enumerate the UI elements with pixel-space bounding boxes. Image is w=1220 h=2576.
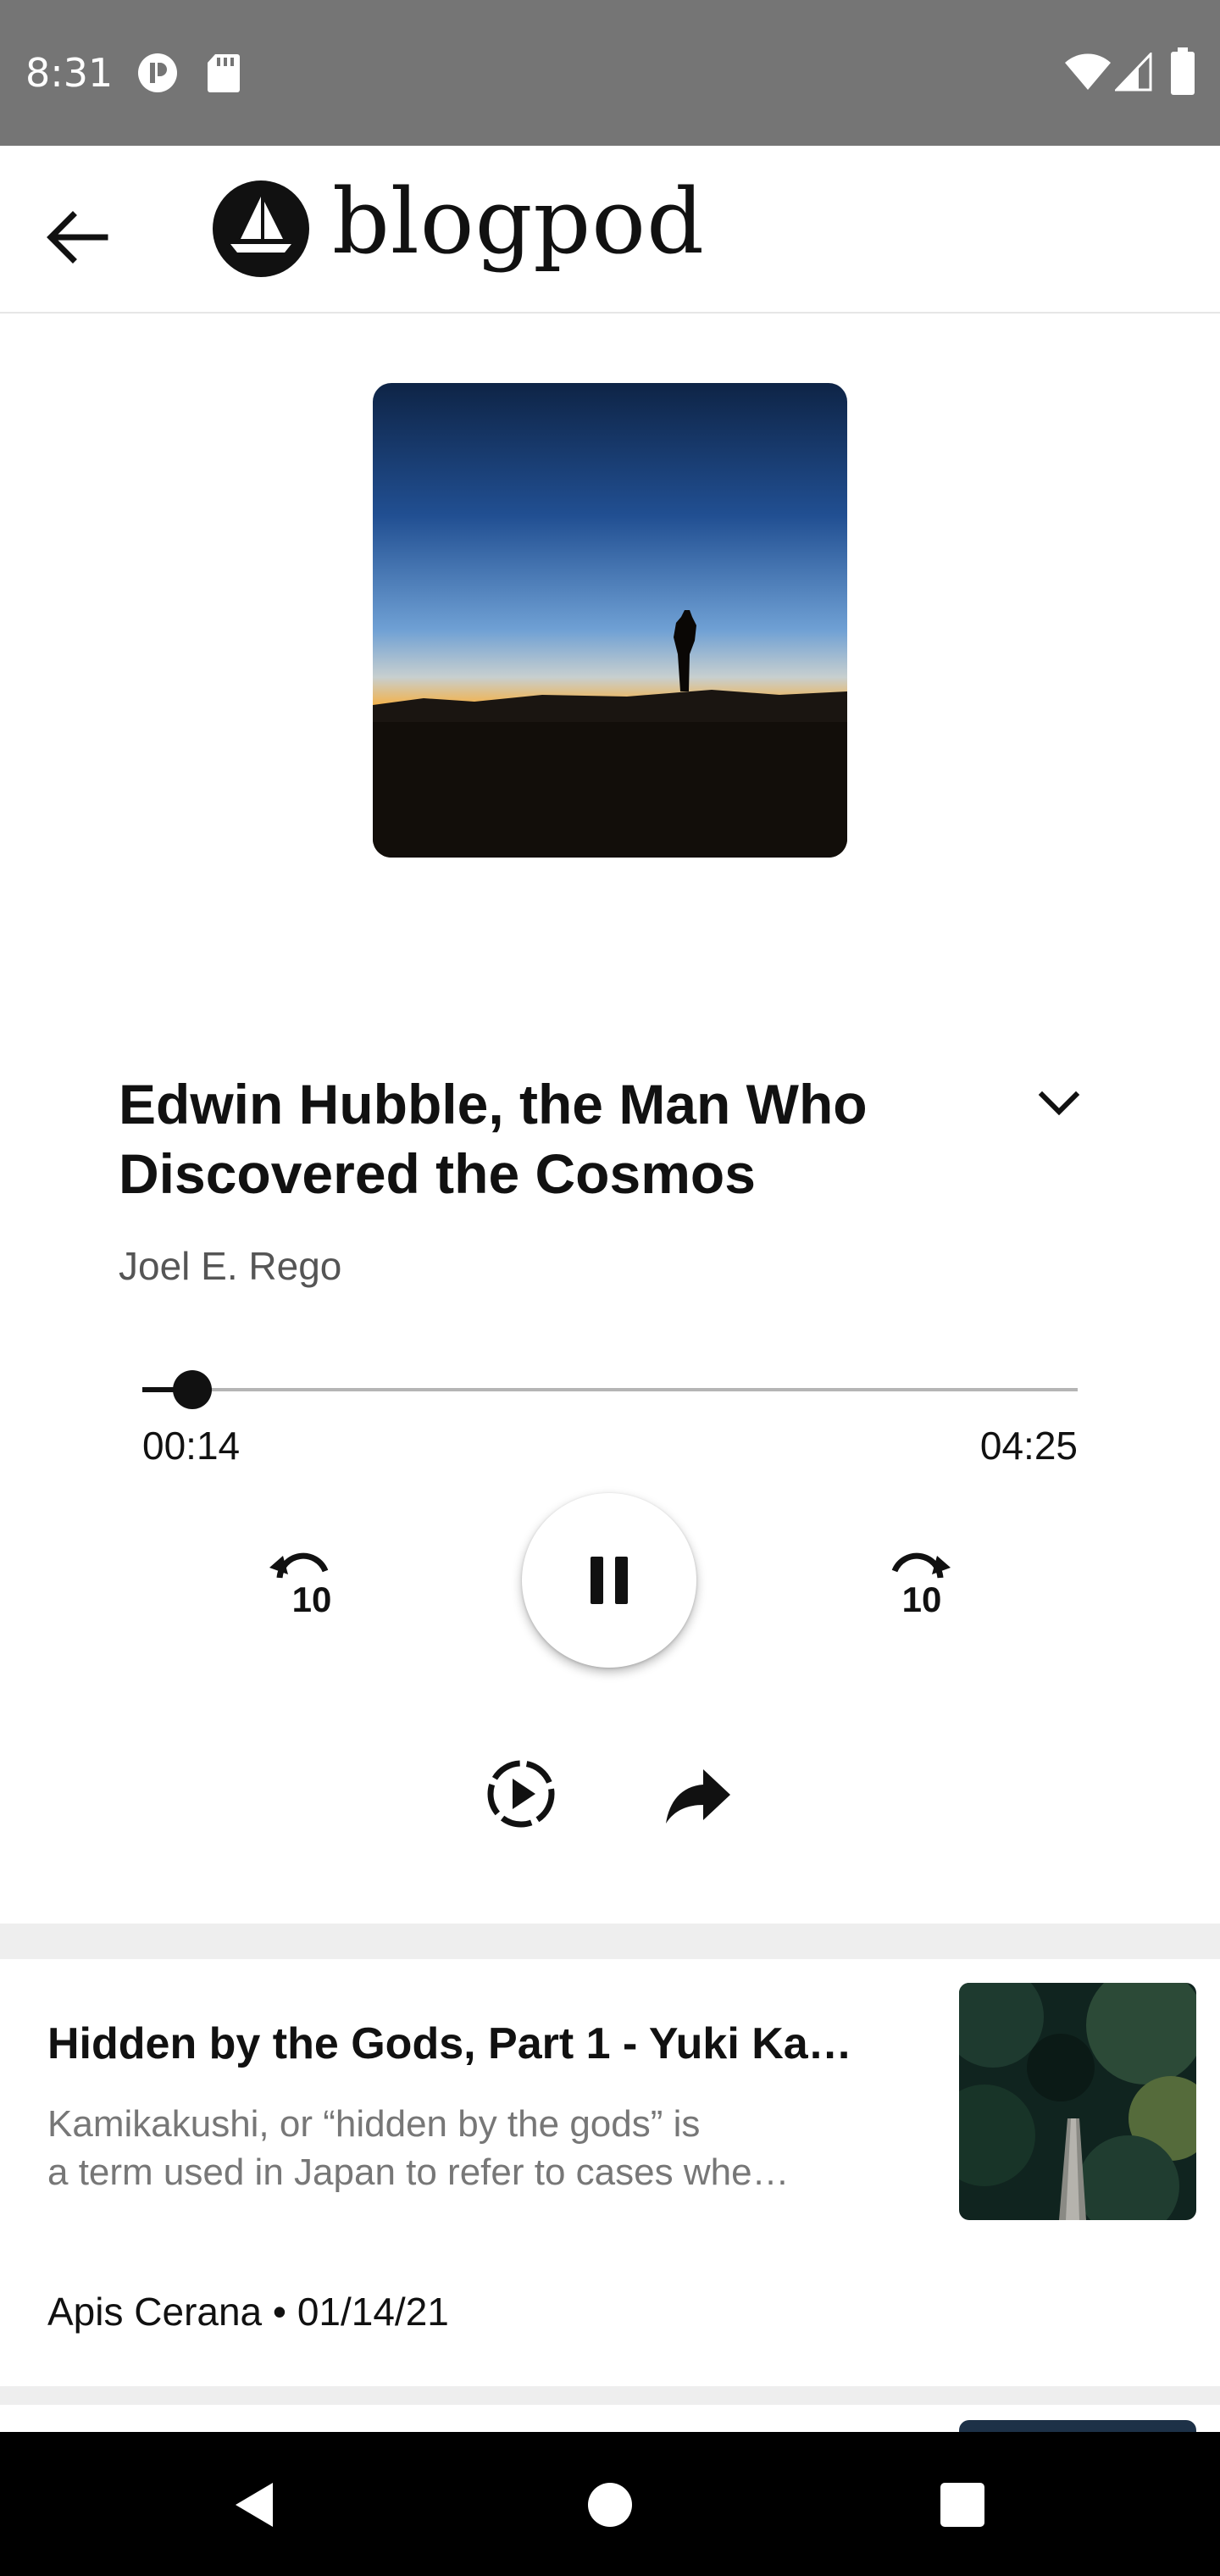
section-divider (0, 2386, 1220, 2405)
back-arrow-icon[interactable] (34, 195, 119, 280)
episode-author: Joel E. Rego (119, 1244, 342, 1288)
status-bar: 8:31 (0, 0, 1220, 146)
queue-item-date: 01/14/21 (297, 2290, 449, 2334)
progress-slider[interactable] (142, 1370, 1078, 1409)
section-divider (0, 1924, 1220, 1959)
chevron-down-icon[interactable] (1025, 1069, 1093, 1137)
pause-icon (591, 1557, 628, 1604)
total-duration: 04:25 (979, 1424, 1078, 1468)
system-nav-bar (0, 2432, 1220, 2576)
elapsed-time: 00:14 (142, 1424, 241, 1468)
episode-artwork (373, 383, 847, 858)
queue-item-meta: Apis Cerana • 01/14/21 (47, 2288, 449, 2335)
meta-separator: • (262, 2290, 297, 2334)
p-app-icon (138, 53, 177, 92)
rewind-10-icon[interactable]: 10 (263, 1542, 341, 1620)
svg-text:10: 10 (292, 1579, 332, 1619)
home-circle-icon[interactable] (586, 2481, 634, 2529)
share-icon[interactable] (664, 1766, 732, 1825)
autoplay-icon[interactable] (485, 1757, 557, 1830)
app-bar: blogpod (0, 146, 1220, 314)
svg-text:10: 10 (902, 1579, 942, 1619)
pause-button[interactable] (522, 1493, 696, 1668)
sd-card-icon (208, 54, 240, 92)
description-line: Kamikakushi, or “hidden by the gods” is (47, 2103, 701, 2145)
episode-title: Edwin Hubble, the Man Who Discovered the… (119, 1073, 868, 1205)
battery-icon (1171, 47, 1195, 95)
queue-item-title: Hidden by the Gods, Part 1 - Yuki Ka… (47, 2019, 852, 2068)
description-line: a term used in Japan to refer to cases w… (47, 2151, 790, 2193)
queue-item-description: Kamikakushi, or “hidden by the gods” is … (47, 2100, 878, 2196)
wifi-icon (1065, 53, 1111, 90)
forward-10-icon[interactable]: 10 (879, 1542, 957, 1620)
back-triangle-icon[interactable] (229, 2479, 280, 2530)
queue-item-author: Apis Cerana (47, 2290, 263, 2334)
progress-thumb[interactable] (172, 1370, 212, 1409)
sailboat-logo-icon (213, 180, 309, 277)
status-time: 8:31 (25, 50, 114, 96)
app-logo-text: blogpod (332, 169, 705, 274)
cellular-signal-icon (1115, 53, 1152, 92)
queue-item-thumbnail (959, 1983, 1196, 2220)
recents-square-icon[interactable] (939, 2481, 986, 2529)
